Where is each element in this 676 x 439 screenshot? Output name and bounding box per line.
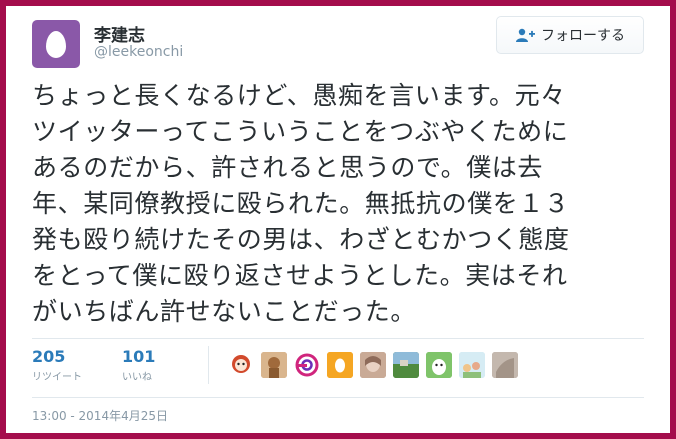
liker-avatar[interactable] — [327, 352, 353, 378]
follow-button-label: フォローする — [541, 28, 625, 44]
liker-avatar[interactable] — [261, 352, 287, 378]
tweet-text: ちょっと長くなるけど、愚痴を言います。元々 ツイッターってこういうことをつぶやく… — [32, 81, 570, 326]
egg-icon — [46, 30, 66, 58]
liker-avatar[interactable] — [228, 352, 254, 378]
like-label: いいね — [122, 372, 152, 383]
like-stat[interactable]: 101 いいね — [122, 347, 155, 383]
avatar[interactable] — [32, 20, 80, 68]
liker-avatars — [228, 352, 525, 378]
liker-avatar[interactable] — [459, 352, 485, 378]
tweet-card: 李建志 @leekeonchi フォローする ちょっと長くなるけど、愚痴を言いま… — [6, 6, 670, 433]
stats-separator — [208, 346, 209, 384]
retweet-stat[interactable]: 205 リツイート — [32, 347, 82, 383]
person-plus-icon — [516, 28, 535, 42]
retweet-label: リツイート — [32, 372, 82, 383]
user-handle[interactable]: @leekeonchi — [94, 44, 183, 60]
liker-avatar[interactable] — [294, 352, 320, 378]
liker-avatar[interactable] — [360, 352, 386, 378]
divider — [32, 338, 644, 339]
like-count: 101 — [122, 347, 156, 366]
liker-avatar[interactable] — [393, 352, 419, 378]
divider — [32, 397, 644, 398]
retweet-count: 205 — [32, 347, 66, 366]
follow-button[interactable]: フォローする — [496, 16, 644, 54]
liker-avatar[interactable] — [492, 352, 518, 378]
liker-avatar[interactable] — [426, 352, 452, 378]
tweet-timestamp[interactable]: 13:00 - 2014年4月25日 — [32, 407, 168, 424]
display-name[interactable]: 李建志 — [94, 21, 145, 46]
